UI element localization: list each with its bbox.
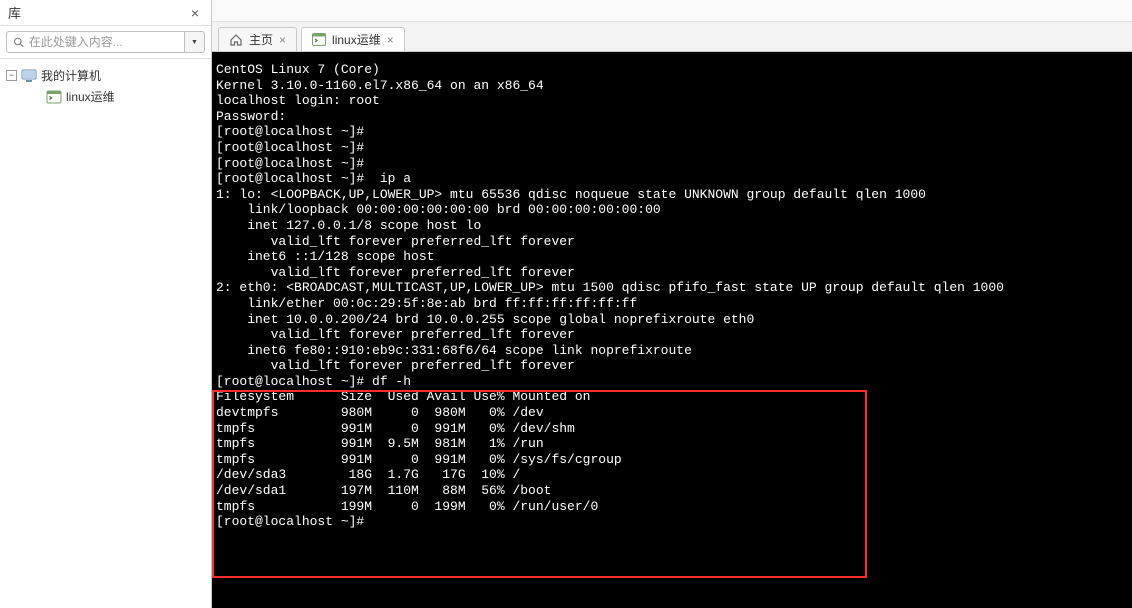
toolbar-strip xyxy=(212,0,1132,22)
main-area: 主页 × linux运维 × CentOS Linux 7 (Core)Kern… xyxy=(212,0,1132,608)
tab-linux[interactable]: linux运维 × xyxy=(301,27,405,51)
terminal-line: 2: eth0: <BROADCAST,MULTICAST,UP,LOWER_U… xyxy=(214,280,1130,296)
df-header-line: Filesystem Size Used Avail Use% Mounted … xyxy=(214,389,1130,405)
tree-root-label: 我的计算机 xyxy=(41,67,101,84)
tab-home-close-icon[interactable]: × xyxy=(279,33,286,47)
search-box[interactable] xyxy=(6,31,185,53)
tab-home-label: 主页 xyxy=(249,31,273,48)
terminal-tab-icon xyxy=(312,33,326,46)
tree-item-linux[interactable]: linux运维 xyxy=(4,86,207,107)
prompt-line: [root@localhost ~]# xyxy=(214,514,1130,530)
terminal-line: inet 127.0.0.1/8 scope host lo xyxy=(214,218,1130,234)
terminal-line: link/loopback 00:00:00:00:00:00 brd 00:0… xyxy=(214,202,1130,218)
terminal-output[interactable]: CentOS Linux 7 (Core)Kernel 3.10.0-1160.… xyxy=(212,52,1132,608)
tab-linux-label: linux运维 xyxy=(332,31,381,48)
df-row: tmpfs 991M 0 991M 0% /dev/shm xyxy=(214,421,1130,437)
terminal-line: [root@localhost ~]# ip a xyxy=(214,171,1130,187)
search-row: ▼ xyxy=(0,26,211,59)
library-tree: − 我的计算机 linux运维 xyxy=(0,59,211,608)
terminal-line: inet6 fe80::910:eb9c:331:68f6/64 scope l… xyxy=(214,343,1130,359)
terminal-line: inet 10.0.0.200/24 brd 10.0.0.255 scope … xyxy=(214,312,1130,328)
tab-linux-close-icon[interactable]: × xyxy=(387,33,394,47)
df-row: tmpfs 991M 0 991M 0% /sys/fs/cgroup xyxy=(214,452,1130,468)
terminal-line: link/ether 00:0c:29:5f:8e:ab brd ff:ff:f… xyxy=(214,296,1130,312)
computer-icon xyxy=(21,69,37,83)
terminal-line: valid_lft forever preferred_lft forever xyxy=(214,358,1130,374)
terminal-line: Password: xyxy=(214,109,1130,125)
terminal-line: 1: lo: <LOOPBACK,UP,LOWER_UP> mtu 65536 … xyxy=(214,187,1130,203)
df-row: /dev/sda1 197M 110M 88M 56% /boot xyxy=(214,483,1130,499)
terminal-line: valid_lft forever preferred_lft forever xyxy=(214,265,1130,281)
terminal-line: [root@localhost ~]# xyxy=(214,156,1130,172)
sidebar-header: 库 × xyxy=(0,0,211,26)
tree-root-my-computer[interactable]: − 我的计算机 xyxy=(4,65,207,86)
tab-home[interactable]: 主页 × xyxy=(218,27,297,51)
tree-item-label: linux运维 xyxy=(66,88,115,105)
terminal-line: Kernel 3.10.0-1160.el7.x86_64 on an x86_… xyxy=(214,78,1130,94)
search-dropdown-button[interactable]: ▼ xyxy=(185,31,205,53)
search-icon xyxy=(13,36,25,49)
terminal-line: [root@localhost ~]# xyxy=(214,124,1130,140)
df-row: tmpfs 991M 9.5M 981M 1% /run xyxy=(214,436,1130,452)
home-icon xyxy=(229,33,243,47)
df-row: /dev/sda3 18G 1.7G 17G 10% / xyxy=(214,467,1130,483)
search-input[interactable] xyxy=(29,35,178,49)
library-sidebar: 库 × ▼ − 我的计算机 li xyxy=(0,0,212,608)
close-icon[interactable]: × xyxy=(187,5,203,21)
terminal-line: localhost login: root xyxy=(214,93,1130,109)
terminal-line: valid_lft forever preferred_lft forever xyxy=(214,234,1130,250)
terminal-line: inet6 ::1/128 scope host xyxy=(214,249,1130,265)
terminal-line: CentOS Linux 7 (Core) xyxy=(214,62,1130,78)
collapse-icon[interactable]: − xyxy=(6,70,17,81)
tab-bar: 主页 × linux运维 × xyxy=(212,22,1132,52)
sidebar-title: 库 xyxy=(8,3,21,22)
terminal-line: [root@localhost ~]# xyxy=(214,140,1130,156)
df-row: devtmpfs 980M 0 980M 0% /dev xyxy=(214,405,1130,421)
df-row: tmpfs 199M 0 199M 0% /run/user/0 xyxy=(214,499,1130,515)
terminal-item-icon xyxy=(46,90,62,104)
df-command-line: [root@localhost ~]# df -h xyxy=(214,374,1130,390)
terminal-line: valid_lft forever preferred_lft forever xyxy=(214,327,1130,343)
